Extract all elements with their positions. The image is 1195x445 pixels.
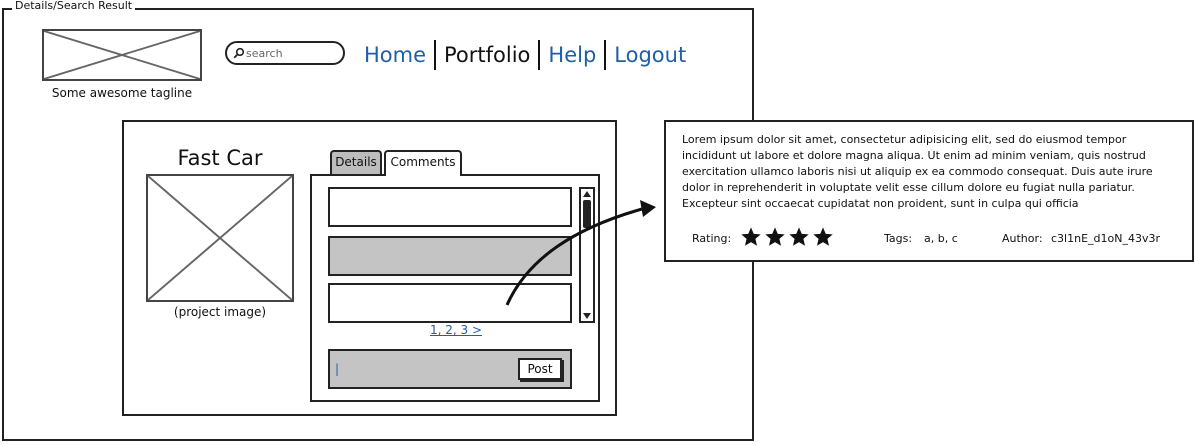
search-icon	[233, 47, 245, 59]
search-input[interactable]	[246, 45, 338, 61]
rating-stars	[740, 226, 834, 248]
comments-scrollbar[interactable]	[579, 187, 595, 323]
search-box[interactable]	[225, 41, 345, 65]
comment-item[interactable]	[328, 283, 572, 323]
nav-logout[interactable]: Logout	[606, 40, 694, 70]
star-icon	[813, 227, 833, 246]
comment-compose: Post	[328, 349, 572, 389]
comment-item[interactable]	[328, 187, 572, 227]
comment-detail-callout: Lorem ipsum dolor sit amet, consectetur …	[664, 120, 1194, 262]
scroll-up-arrow-icon[interactable]	[582, 190, 592, 198]
tab-comments[interactable]: Comments	[384, 150, 462, 176]
project-title: Fast Car	[177, 146, 263, 170]
star-icon	[765, 227, 785, 246]
nav-help[interactable]: Help	[540, 40, 604, 70]
comment-text: Lorem ipsum dolor sit amet, consectetur …	[682, 133, 1153, 210]
main-nav: Home Portfolio Help Logout	[364, 39, 694, 71]
tagline: Some awesome tagline	[51, 86, 193, 100]
comment-input[interactable]	[335, 361, 505, 377]
window-title: Details/Search Result	[12, 0, 136, 12]
tags-value: a, b, c	[924, 232, 958, 245]
project-image-caption: (project image)	[173, 305, 267, 319]
comments-pagination[interactable]: 1, 2, 3 >	[430, 323, 482, 337]
comment-item-selected[interactable]	[328, 236, 572, 276]
tab-details[interactable]: Details	[330, 150, 382, 176]
rating-label: Rating:	[692, 232, 732, 245]
project-image	[146, 174, 294, 302]
author-value: c3l1nE_d1oN_43v3r	[1051, 232, 1160, 245]
post-button[interactable]: Post	[518, 358, 562, 380]
image-placeholder-icon	[44, 31, 200, 79]
image-placeholder-icon	[148, 176, 292, 300]
nav-home[interactable]: Home	[364, 40, 434, 70]
tags-label: Tags:	[884, 232, 913, 245]
star-icon	[789, 227, 809, 246]
author-label: Author:	[1002, 232, 1043, 245]
scroll-down-arrow-icon[interactable]	[582, 312, 592, 320]
star-icon	[741, 227, 761, 246]
scrollbar-thumb[interactable]	[583, 200, 591, 228]
nav-portfolio[interactable]: Portfolio	[436, 40, 538, 70]
logo-placeholder	[42, 29, 202, 81]
